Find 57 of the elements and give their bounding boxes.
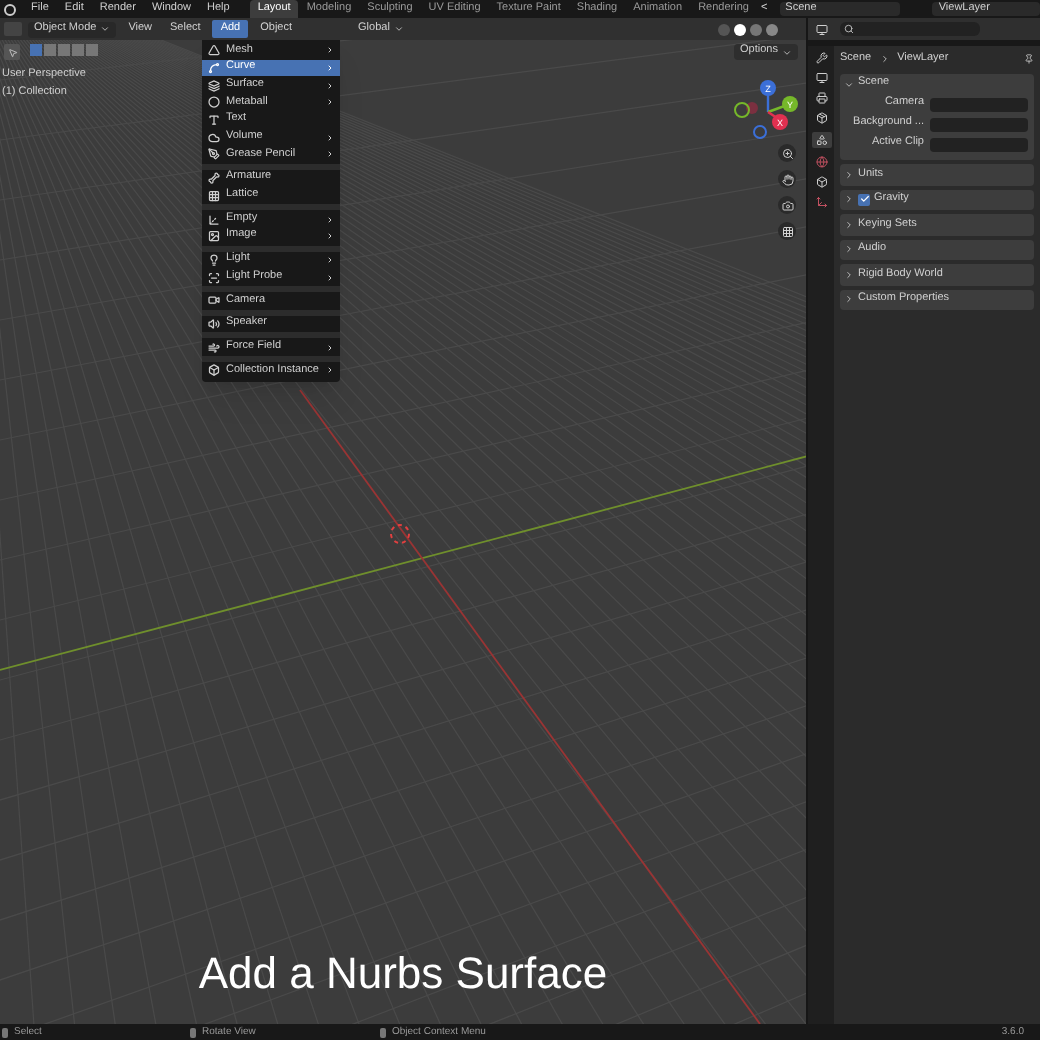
caption-text: Add a Nurbs Surface xyxy=(198,952,608,996)
chevron-icon xyxy=(782,47,792,57)
pen-icon xyxy=(208,148,220,161)
chevron-icon xyxy=(393,24,404,34)
box-icon[interactable] xyxy=(815,176,827,188)
text-icon xyxy=(208,114,220,127)
checkbox[interactable] xyxy=(858,193,870,206)
chevron-icon xyxy=(844,194,854,205)
triangle-icon xyxy=(208,44,220,57)
input-field[interactable] xyxy=(930,137,1028,151)
cloud-icon xyxy=(208,131,220,144)
logo-icon[interactable] xyxy=(4,3,16,15)
lightbulb-icon xyxy=(208,253,220,266)
layers-icon xyxy=(208,79,220,92)
select-tool-button[interactable] xyxy=(4,44,20,60)
chevron-icon xyxy=(844,294,854,305)
printer-icon[interactable] xyxy=(815,92,827,104)
grid-icon xyxy=(208,189,220,202)
select-mode-icons-drawing[interactable] xyxy=(30,44,98,60)
chevron-icon xyxy=(879,54,890,64)
video-camera-icon xyxy=(208,294,220,307)
cursor-icon xyxy=(390,524,410,544)
camera-icon[interactable] xyxy=(778,196,796,214)
speaker-icon xyxy=(208,317,220,330)
zoom-icon[interactable] xyxy=(778,144,796,162)
box-icon xyxy=(208,364,220,377)
shading-icons-drawing[interactable] xyxy=(718,23,778,35)
wrench-icon[interactable] xyxy=(815,52,827,64)
curve-icon xyxy=(208,62,220,75)
mouse-icon xyxy=(190,1027,196,1037)
mouse-icon xyxy=(380,1027,386,1037)
search-field[interactable] xyxy=(840,22,980,36)
mouse-icon xyxy=(2,1027,8,1037)
search-icon xyxy=(844,24,854,34)
input-field[interactable] xyxy=(930,97,1028,111)
circle-icon xyxy=(208,96,220,109)
pin-icon[interactable] xyxy=(1024,54,1034,64)
input-field[interactable] xyxy=(930,117,1028,131)
chevron-icon xyxy=(844,219,854,230)
bone-icon xyxy=(208,172,220,185)
package-icon[interactable] xyxy=(815,112,827,124)
display-mode-icon[interactable] xyxy=(816,23,828,35)
globe-icon[interactable] xyxy=(815,156,827,168)
image-icon xyxy=(208,230,220,243)
chevron-icon xyxy=(844,169,854,180)
chevron-icon xyxy=(844,269,854,280)
scan-icon xyxy=(208,271,220,284)
chevron-icon xyxy=(844,79,854,89)
chevron-icon xyxy=(100,24,111,34)
wind-icon xyxy=(208,341,220,354)
axes-icon xyxy=(208,213,220,226)
hand-icon[interactable] xyxy=(778,170,796,188)
monitor-icon[interactable] xyxy=(815,72,827,84)
constraint-icon[interactable] xyxy=(815,196,827,208)
chevron-icon xyxy=(844,244,854,255)
grid-view-icon[interactable] xyxy=(778,222,796,240)
scene-tab[interactable] xyxy=(811,132,831,148)
